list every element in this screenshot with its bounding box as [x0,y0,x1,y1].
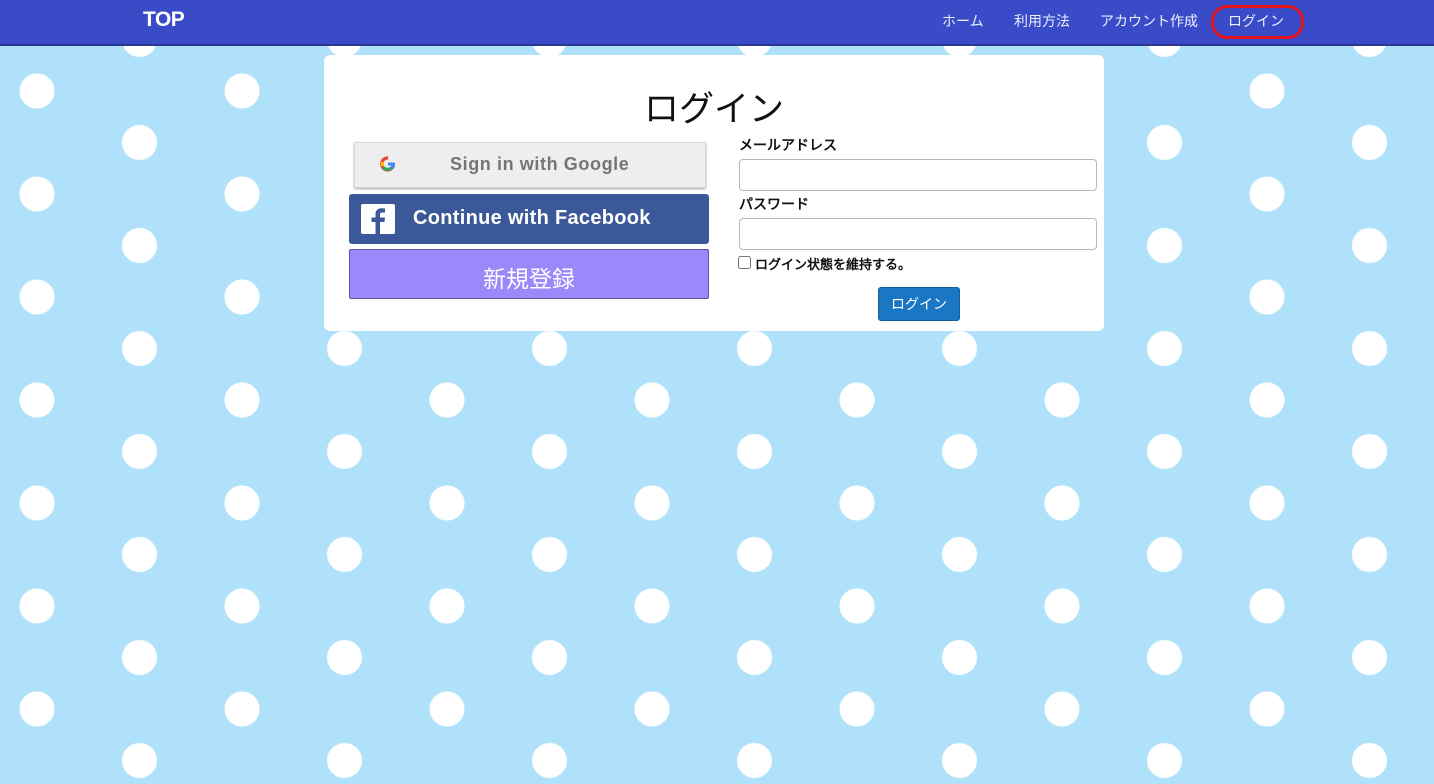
nav-link-login[interactable]: ログイン [1228,11,1284,31]
password-field[interactable] [739,218,1097,250]
remember-me-checkbox[interactable] [738,256,751,269]
remember-me-label: ログイン状態を維持する。 [755,258,912,273]
nav-link-home[interactable]: ホーム [942,11,984,31]
facebook-f-icon [361,204,395,234]
google-button-label: Sign in with Google [450,154,630,174]
google-sign-in-button[interactable]: Sign in with Google [354,142,706,188]
top-navbar: TOP ホーム 利用方法 アカウント作成 ログイン [0,0,1434,46]
facebook-button-label: Continue with Facebook [413,207,651,229]
google-g-icon [380,156,396,172]
page-title: ログイン [643,90,784,130]
login-card: ログイン Sign in with Google Continue with F… [324,55,1104,331]
email-field[interactable] [739,159,1097,191]
facebook-continue-button[interactable]: Continue with Facebook [349,194,709,244]
nav-link-create-account[interactable]: アカウント作成 [1100,11,1198,31]
email-label: メールアドレス [739,138,837,154]
register-button-label: 新規登録 [483,267,575,293]
nav-link-usage[interactable]: 利用方法 [1014,11,1070,31]
login-submit-button[interactable]: ログイン [878,287,960,321]
register-button[interactable]: 新規登録 [349,249,709,299]
brand-link[interactable]: TOP [143,8,185,32]
password-label: パスワード [739,197,809,213]
